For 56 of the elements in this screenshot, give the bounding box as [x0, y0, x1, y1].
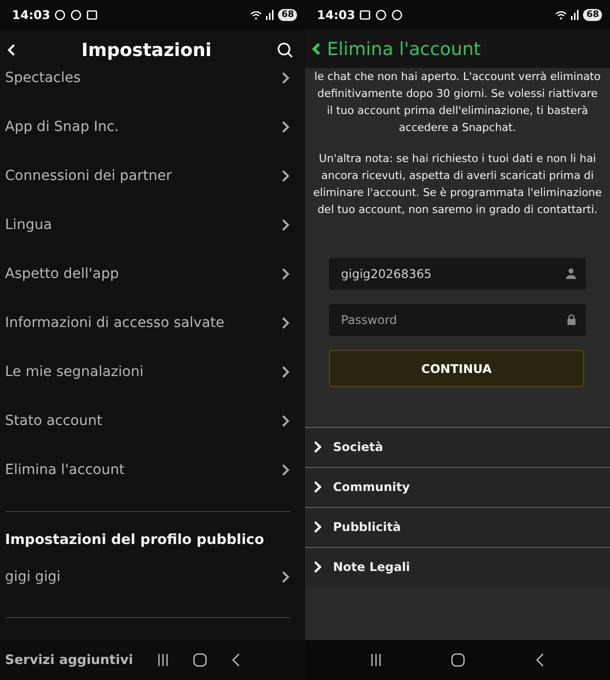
chevron-icon — [281, 364, 291, 378]
back-icon[interactable] — [535, 653, 546, 667]
info-paragraph: le chat che non hai aperto. L'account verrà eliminato definitivamente dopo 30 giorni. Se volessi riattivare il tuo account prima dell'eliminazione, ti basterà accedere a Snapchat. — [313, 69, 602, 136]
chevron-icon — [281, 70, 291, 84]
back-icon[interactable] — [231, 653, 242, 667]
chevron-icon — [281, 316, 291, 330]
screen-title: Impostazioni — [80, 40, 213, 60]
chevron-icon — [281, 218, 291, 232]
battery-level: 68 — [583, 9, 602, 21]
wifi-icon — [250, 10, 262, 20]
settings-item[interactable]: Connessioni dei partner — [5, 168, 281, 184]
chevron-icon — [281, 168, 291, 182]
footer-link[interactable]: Pubblicità — [305, 506, 610, 546]
info-paragraph: Un'altra nota: se hai richiesto i tuoi dati e non li hai ancora ricevuti, aspetta di averli scaricati prima di eliminare l'account. Se è programmata l'eliminazione del tuo account, non saremo in grado di contattarti. — [313, 151, 602, 218]
chevron-icon — [313, 521, 323, 533]
chevron-icon — [313, 561, 323, 573]
battery-level: 68 — [278, 9, 297, 21]
signal-icon — [266, 10, 274, 20]
recent-apps-icon[interactable] — [370, 653, 382, 667]
settings-item[interactable]: Lingua — [5, 216, 281, 232]
settings-item[interactable]: Elimina l'account — [5, 462, 281, 478]
settings-item[interactable]: App di Snap Inc. — [5, 118, 281, 134]
footer-link[interactable]: Società — [305, 426, 610, 466]
username-field[interactable]: gigig20268365 — [329, 258, 586, 290]
status-time: 14:03 — [12, 8, 50, 22]
search-icon[interactable] — [277, 42, 293, 58]
signal-icon — [571, 10, 580, 20]
chevron-icon — [281, 570, 291, 584]
back-icon — [311, 42, 321, 56]
home-icon[interactable] — [451, 653, 466, 667]
settings-item[interactable]: Spectacles — [5, 70, 281, 86]
lock-icon — [567, 314, 576, 325]
home-icon[interactable] — [193, 653, 208, 667]
chevron-icon — [281, 120, 291, 134]
recent-apps-icon[interactable] — [157, 653, 170, 667]
chevron-icon — [313, 481, 323, 493]
chevron-icon — [281, 462, 291, 476]
continue-button[interactable]: CONTINUA — [329, 350, 584, 387]
footer-link[interactable]: Community — [305, 466, 610, 506]
settings-item[interactable]: Informazioni di accesso salvate — [5, 314, 281, 330]
chevron-icon — [281, 414, 291, 428]
password-field[interactable]: Password — [329, 304, 586, 336]
chevron-icon — [281, 266, 291, 280]
settings-item[interactable]: Stato account — [5, 412, 281, 428]
settings-item[interactable]: gigi gigi — [5, 568, 281, 584]
status-time: 14:03 — [317, 8, 356, 22]
chevron-icon — [313, 441, 323, 453]
back-icon — [6, 43, 16, 57]
footer-link[interactable]: Note Legali — [305, 546, 610, 586]
screen-title: Elimina l'account — [327, 38, 481, 60]
settings-item[interactable]: Aspetto dell'app — [5, 266, 281, 282]
section-title: Servizi aggiuntivi — [5, 652, 134, 668]
person-icon — [566, 268, 576, 279]
wifi-icon — [555, 10, 568, 20]
settings-item[interactable]: Le mie segnalazioni — [5, 364, 281, 380]
section-title: Impostazioni del profilo pubblico — [4, 531, 266, 550]
